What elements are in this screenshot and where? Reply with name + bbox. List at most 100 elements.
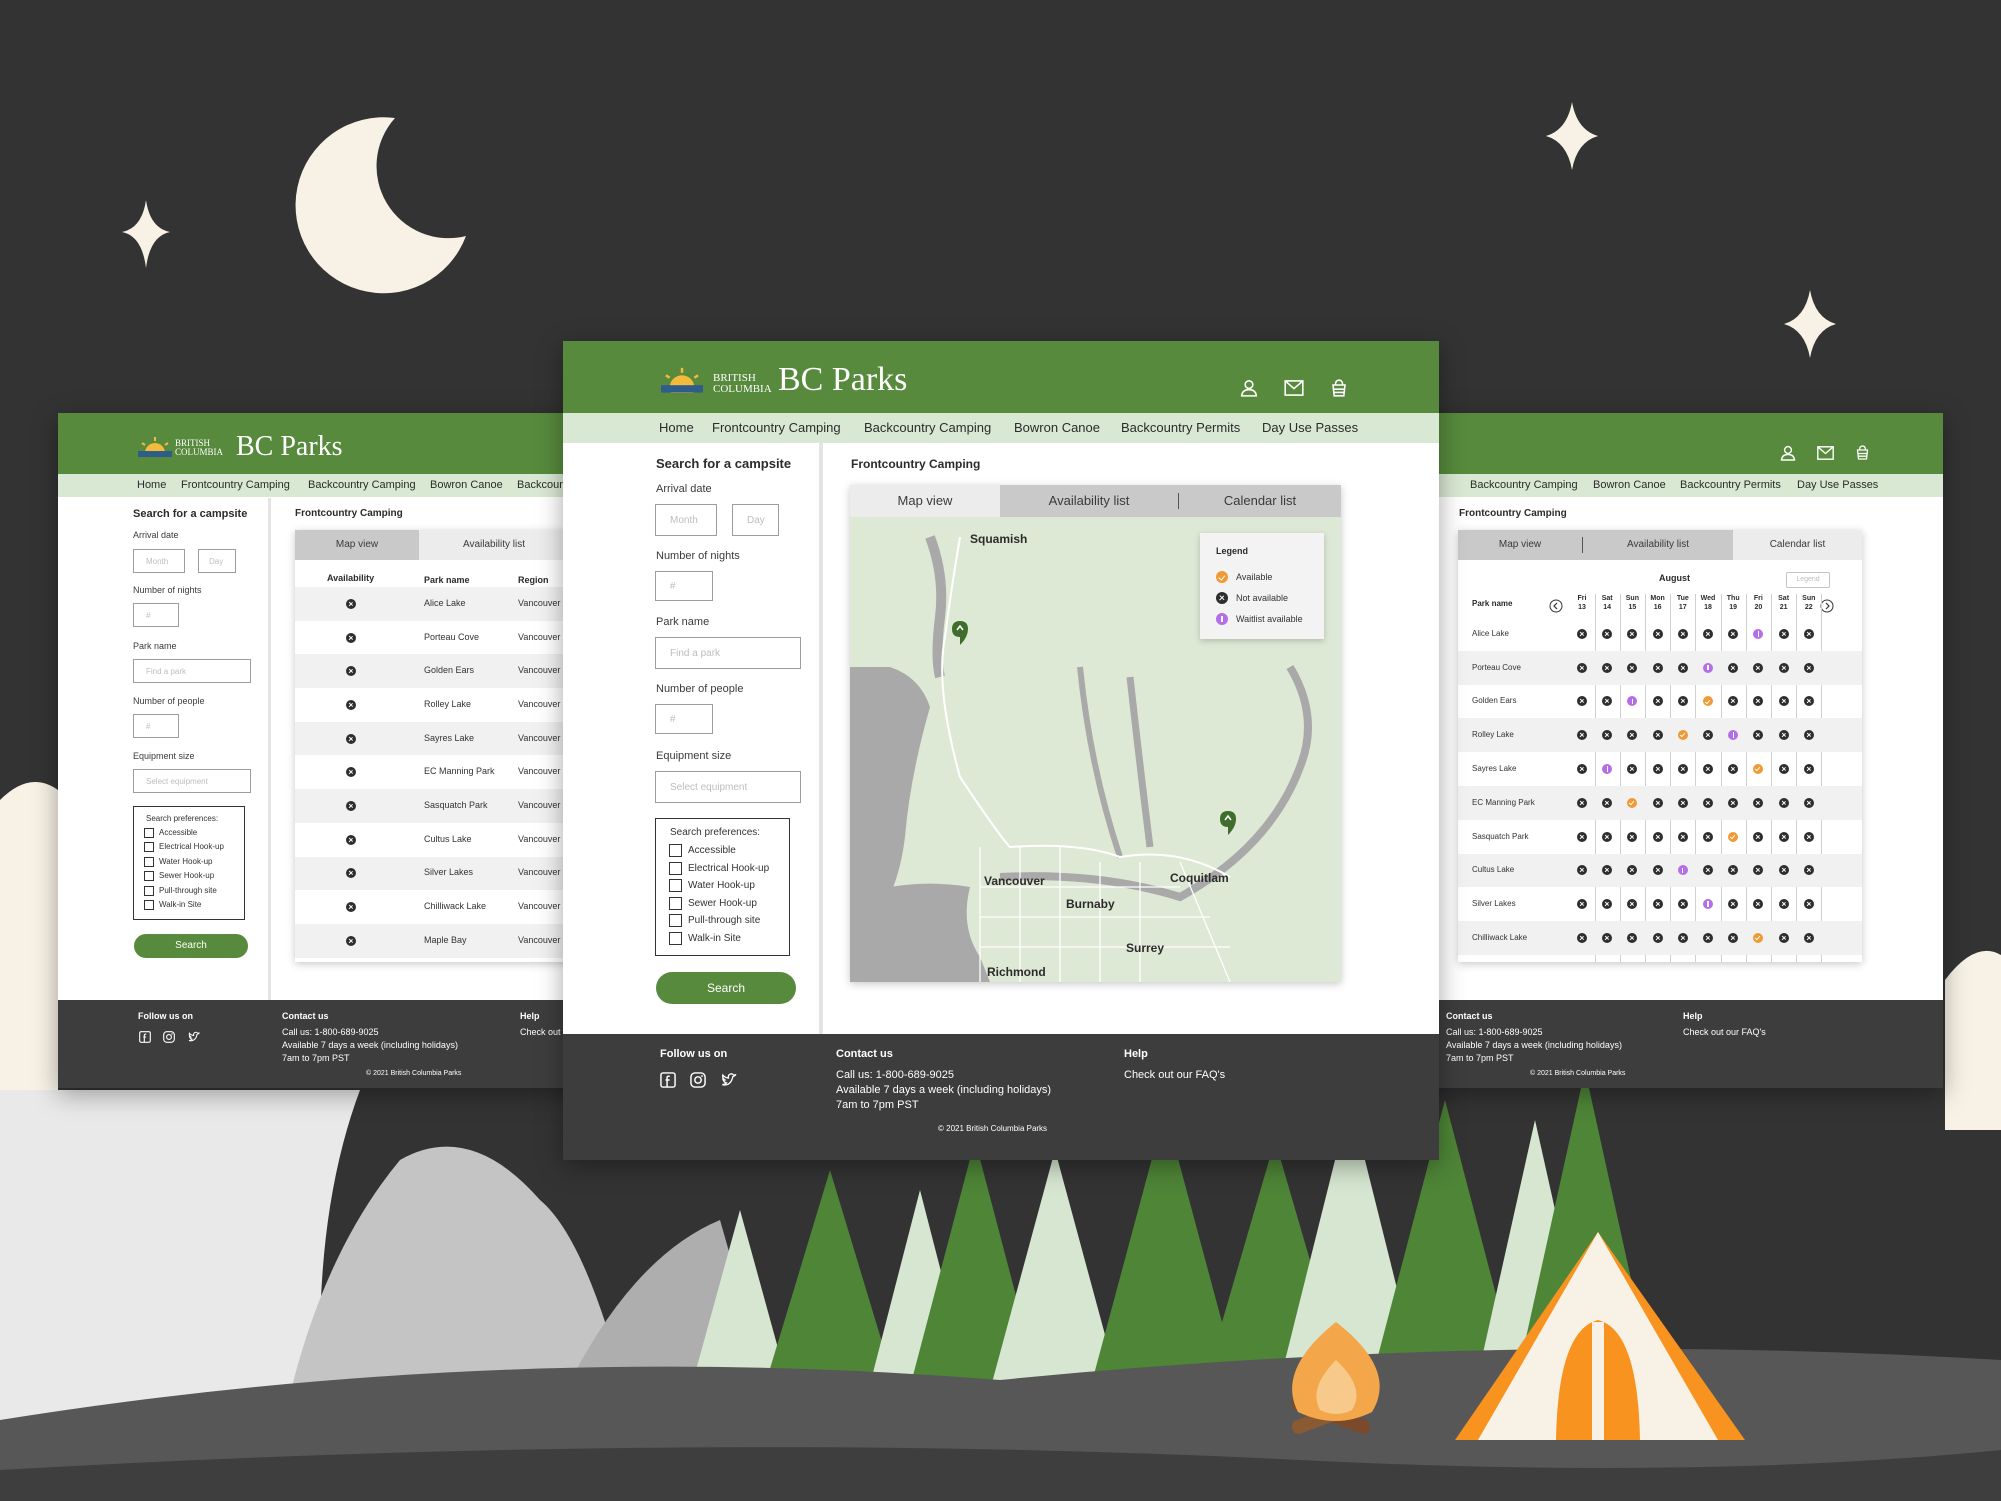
people-input[interactable]: # [133,714,179,738]
checkbox[interactable] [669,844,682,857]
waitlist-icon[interactable] [1602,764,1613,775]
checkbox[interactable] [144,857,154,867]
nav-backcountry[interactable]: Backcountry Camping [864,420,991,435]
tab-map-view[interactable]: Map view [850,485,1000,517]
waitlist-icon[interactable] [1703,899,1713,910]
checkbox[interactable] [144,871,154,881]
nav-day-use[interactable]: Day Use Passes [1797,479,1878,491]
facebook-icon[interactable] [139,1031,151,1043]
park-input[interactable]: Find a park [133,659,251,683]
nav-permits[interactable]: Backcountry Permits [1680,479,1781,491]
twitter-icon[interactable] [721,1072,738,1088]
month-input[interactable]: Month [655,504,717,536]
twitter-icon[interactable] [188,1031,201,1043]
user-icon[interactable] [1240,379,1258,397]
checkbox[interactable] [144,900,154,910]
park-name-cell[interactable]: Maple Bay [424,935,467,945]
available-icon[interactable] [1728,831,1739,842]
checkbox[interactable] [669,914,682,927]
checkbox[interactable] [144,886,154,896]
park-name-cell[interactable]: Chilliwack Lake [424,901,486,911]
legend-waitlist-label: Waitlist available [1236,614,1303,624]
not-available-icon [1703,797,1713,808]
equipment-select[interactable]: Select equipment [133,769,251,793]
park-name-cell[interactable]: Rolley Lake [1472,730,1514,739]
tab-calendar-list[interactable]: Calendar list [1179,485,1341,517]
nights-input[interactable]: # [133,603,179,627]
user-icon[interactable] [1780,445,1796,461]
park-name-cell[interactable]: Golden Ears [424,665,474,675]
park-name-cell[interactable]: EC Manning Park [424,766,495,776]
nav-permits[interactable]: Backcountry Permits [1121,420,1240,435]
nav-home[interactable]: Home [659,420,694,435]
nav-backcountry[interactable]: Backcountry Camping [1470,479,1578,491]
checkbox[interactable] [144,842,154,852]
instagram-icon[interactable] [690,1072,706,1088]
mail-icon[interactable] [1817,446,1834,460]
search-button[interactable]: Search [134,934,248,958]
park-name-cell[interactable]: Sasquatch Park [424,800,488,810]
available-icon[interactable] [1677,730,1688,741]
mail-icon[interactable] [1284,380,1304,396]
park-name-cell[interactable]: Cultus Lake [424,834,472,844]
nav-day-use[interactable]: Day Use Passes [1262,420,1358,435]
waitlist-icon[interactable] [1753,628,1764,639]
brand-name[interactable]: BC Parks [778,361,907,399]
month-input[interactable]: Month [133,549,185,573]
waitlist-icon[interactable] [1677,865,1688,876]
help-link[interactable]: Check out our FAQ's [1683,1027,1766,1037]
nav-backcountry[interactable]: Backcountry Camping [308,479,416,491]
search-button[interactable]: Search [656,972,796,1004]
equipment-select[interactable]: Select equipment [655,771,801,803]
checkbox[interactable] [669,897,682,910]
park-name-cell[interactable]: Rolley Lake [424,699,471,709]
park-name-cell[interactable]: Cultus Lake [1472,865,1514,874]
cart-icon[interactable] [1330,379,1348,397]
park-name-cell[interactable]: Porteau Cove [1472,663,1521,672]
day-input[interactable]: Day [198,549,236,573]
waitlist-icon[interactable] [1703,662,1713,673]
checkbox[interactable] [144,828,154,838]
nav-frontcountry[interactable]: Frontcountry Camping [712,420,841,435]
park-name-cell[interactable]: Alice Lake [1472,629,1509,638]
available-icon[interactable] [1703,696,1713,707]
nav-bowron[interactable]: Bowron Canoe [430,479,503,491]
park-name-cell[interactable]: Silver Lakes [1472,899,1516,908]
available-icon[interactable] [1753,933,1764,944]
people-input[interactable]: # [655,704,713,734]
facebook-icon[interactable] [660,1072,676,1088]
park-name-cell[interactable]: Golden Ears [1472,696,1516,705]
not-available-icon [346,666,356,677]
checkbox[interactable] [669,862,682,875]
nav-frontcountry[interactable]: Frontcountry Camping [181,479,290,491]
tab-map-view[interactable]: Map view [295,530,419,560]
nav-bowron[interactable]: Bowron Canoe [1593,479,1666,491]
tab-availability-list[interactable]: Availability list [1000,485,1178,517]
waitlist-icon[interactable] [1728,730,1739,741]
checkbox[interactable] [669,932,682,945]
nights-input[interactable]: # [655,571,713,601]
nav-home[interactable]: Home [137,479,166,491]
waitlist-icon[interactable] [1627,696,1638,707]
available-icon[interactable] [1627,797,1638,808]
region-map[interactable]: Squamish Vancouver Burnaby Coquitlam Sur… [850,517,1341,982]
park-input[interactable]: Find a park [655,637,801,669]
park-name-cell[interactable]: EC Manning Park [1472,798,1535,807]
park-name-cell[interactable]: Porteau Cove [424,632,479,642]
brand-name[interactable]: BC Parks [236,431,343,463]
park-name-cell[interactable]: Sayres Lake [1472,764,1516,773]
calendar-day-header: Wed 18 [1699,594,1717,612]
nav-bowron[interactable]: Bowron Canoe [1014,420,1100,435]
instagram-icon[interactable] [163,1031,175,1043]
park-name-cell[interactable]: Alice Lake [424,598,466,608]
park-name-cell[interactable]: Sayres Lake [424,733,474,743]
checkbox[interactable] [669,879,682,892]
available-icon[interactable] [1753,764,1764,775]
day-input[interactable]: Day [732,504,779,536]
park-name-cell[interactable]: Sasquatch Park [1472,832,1528,841]
park-name-cell[interactable]: Chilliwack Lake [1472,933,1527,942]
help-link[interactable]: Check out our FAQ's [1124,1069,1225,1081]
tab-availability-list[interactable]: Availability list [419,530,569,560]
park-name-cell[interactable]: Silver Lakes [424,867,473,877]
cart-icon[interactable] [1855,445,1870,460]
